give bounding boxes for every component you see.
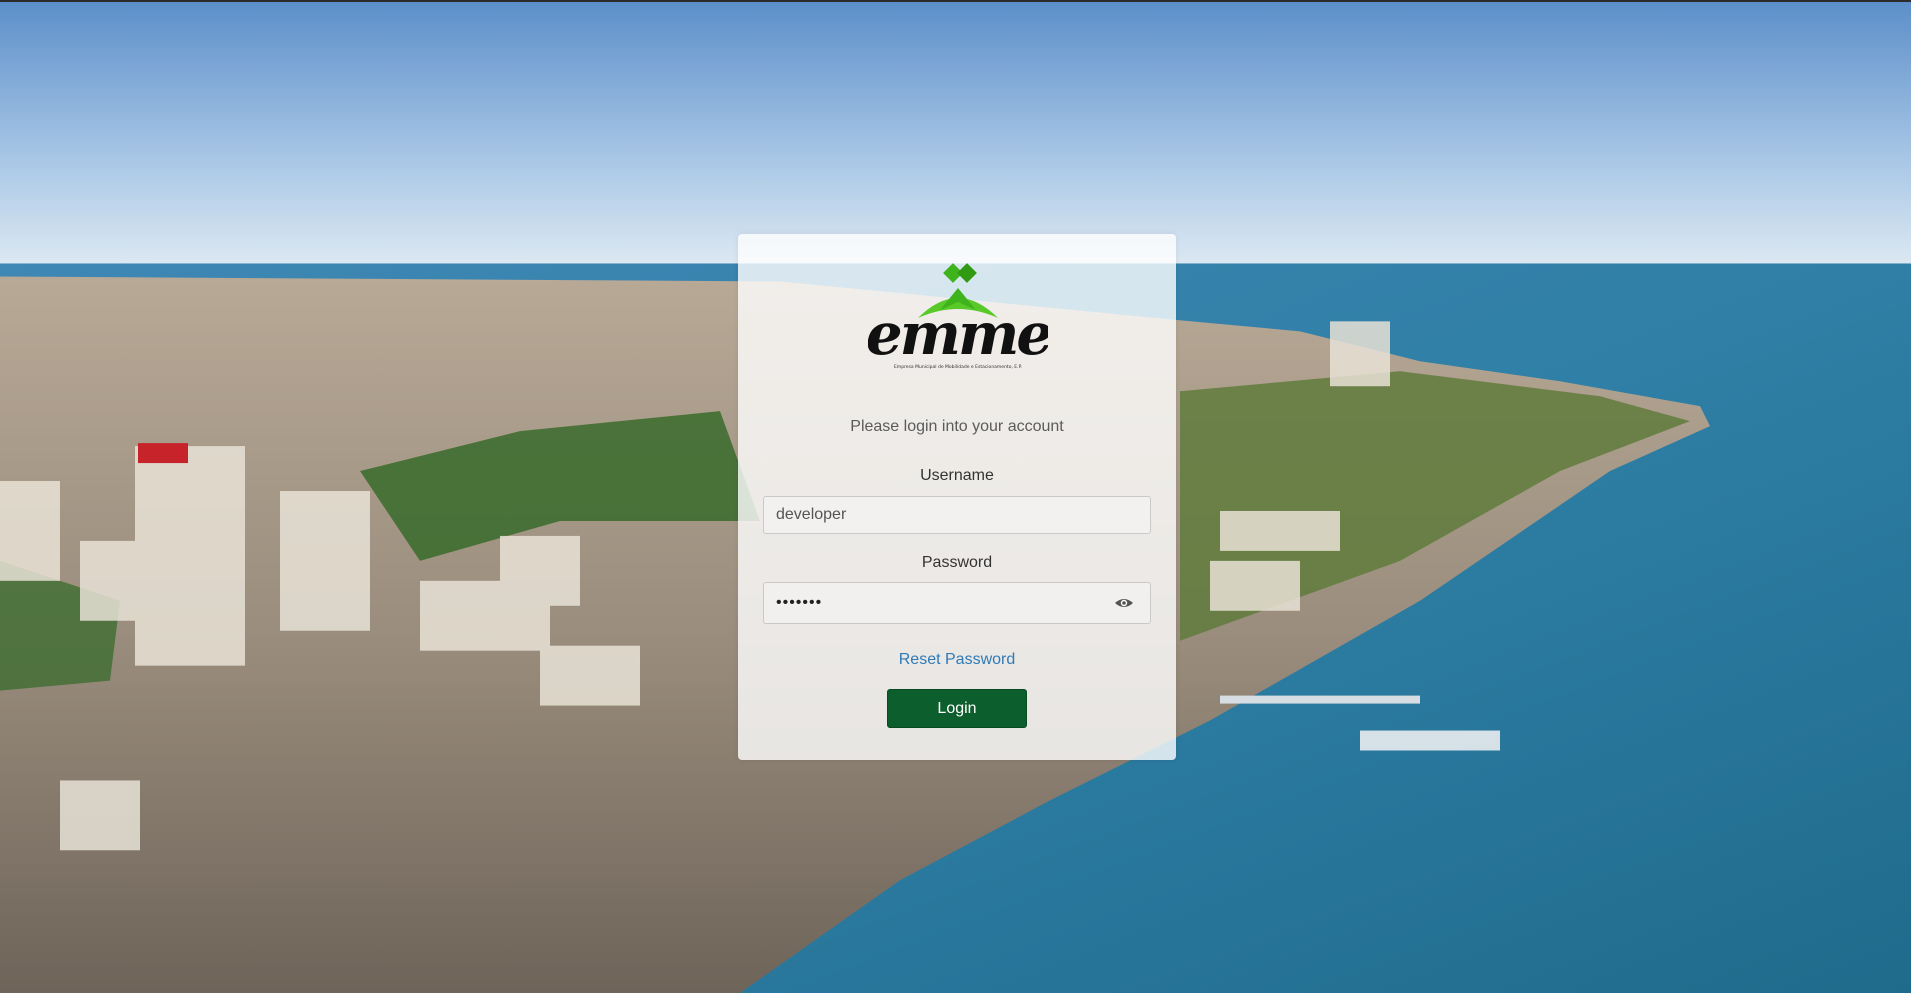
login-card: emme Empresa Municipal de Mobilidade e E…	[738, 234, 1176, 760]
username-label: Username	[920, 467, 994, 484]
eye-icon[interactable]	[1114, 595, 1134, 611]
svg-text:emme: emme	[868, 300, 1048, 368]
password-input[interactable]	[763, 582, 1151, 624]
reset-password-link[interactable]: Reset Password	[899, 651, 1016, 668]
password-label: Password	[921, 554, 993, 571]
username-input[interactable]	[763, 496, 1151, 534]
emme-logo: emme Empresa Municipal de Mobilidade e E…	[868, 263, 1048, 370]
reset-password-container: Reset Password	[738, 651, 1176, 669]
svg-text:Empresa Municipal de Mobilidad: Empresa Municipal de Mobilidade e Estaci…	[894, 364, 1022, 370]
login-button[interactable]: Login	[887, 689, 1027, 728]
login-subtitle: Please login into your account	[850, 418, 1064, 435]
